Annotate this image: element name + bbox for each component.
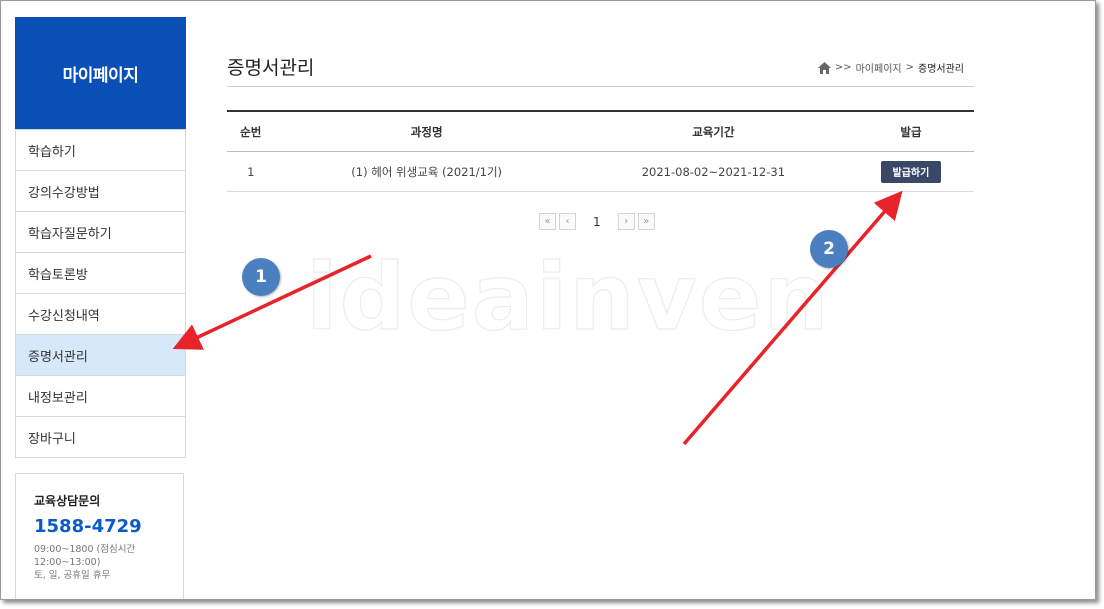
cell-period: 2021-08-02~2021-12-31 [578, 151, 848, 192]
column-header-course: 과정명 [274, 110, 579, 152]
page-number-current[interactable]: 1 [593, 215, 601, 229]
sidebar-item-ask-question[interactable]: 학습자질문하기 [16, 211, 185, 252]
sidebar-item-discussion[interactable]: 학습토론방 [16, 252, 185, 293]
annotation-marker-1: 1 [242, 258, 280, 296]
page-prev-button[interactable]: ‹ [559, 213, 576, 230]
sidebar-item-my-info[interactable]: 내정보관리 [16, 375, 185, 416]
title-divider [227, 86, 974, 87]
page-frame: 마이페이지 학습하기 강의수강방법 학습자질문하기 학습토론방 수강신청내역 증… [0, 0, 1096, 600]
issue-certificate-button[interactable]: 발급하기 [880, 160, 941, 183]
breadcrumb-separator: >> [834, 62, 852, 73]
contact-phone: 1588-4729 [34, 516, 142, 537]
watermark: ideainven [305, 243, 831, 351]
page-first-button[interactable]: « [539, 213, 556, 230]
annotation-marker-2: 2 [810, 230, 848, 268]
page-next-button[interactable]: › [617, 213, 635, 230]
contact-hours-text: 09:00~1800 (점심시간 12:00~13:00) [34, 544, 136, 568]
column-header-no: 순번 [227, 110, 275, 152]
sidebar-item-course-guide[interactable]: 강의수강방법 [16, 170, 185, 211]
contact-holidays: 토, 일, 공휴일 휴무 [34, 570, 111, 581]
contact-box: 교육상담문의 1588-4729 09:00~1800 (점심시간 12:00~… [15, 473, 184, 599]
sidebar-item-cart[interactable]: 장바구니 [16, 416, 185, 457]
home-icon[interactable] [817, 61, 831, 74]
contact-title: 교육상담문의 [34, 494, 101, 508]
table-header-row: 순번 과정명 교육기간 발급 [227, 110, 974, 152]
breadcrumb: >> 마이페이지 > 증명서관리 [817, 60, 964, 75]
pagination: « ‹ 1 › » [539, 213, 655, 230]
certificate-table: 순번 과정명 교육기간 발급 1 (1) 헤어 위생교육 (2021/1기) 2… [227, 110, 974, 192]
column-header-period: 교육기간 [578, 110, 848, 152]
page-title: 증명서관리 [227, 57, 315, 79]
column-header-issue: 발급 [847, 110, 974, 152]
breadcrumb-current: 증명서관리 [918, 64, 964, 75]
breadcrumb-separator: > [905, 62, 914, 73]
table-row: 1 (1) 헤어 위생교육 (2021/1기) 2021-08-02~2021-… [227, 151, 974, 192]
cell-no: 1 [227, 151, 275, 192]
cell-issue: 발급하기 [847, 151, 974, 192]
page-last-button[interactable]: » [637, 213, 655, 230]
sidebar-item-enrollment-history[interactable]: 수강신청내역 [16, 293, 185, 334]
contact-hours: 09:00~1800 (점심시간 12:00~13:00) 토, 일, 공휴일 … [34, 543, 154, 582]
breadcrumb-mypage[interactable]: 마이페이지 [856, 60, 902, 75]
sidebar-item-study[interactable]: 학습하기 [16, 129, 185, 170]
sidebar-title: 마이페이지 [15, 17, 186, 129]
cell-course: (1) 헤어 위생교육 (2021/1기) [274, 151, 579, 192]
sidebar-item-certificates[interactable]: 증명서관리 [16, 334, 185, 375]
sidebar-menu: 학습하기 강의수강방법 학습자질문하기 학습토론방 수강신청내역 증명서관리 내… [15, 129, 186, 458]
